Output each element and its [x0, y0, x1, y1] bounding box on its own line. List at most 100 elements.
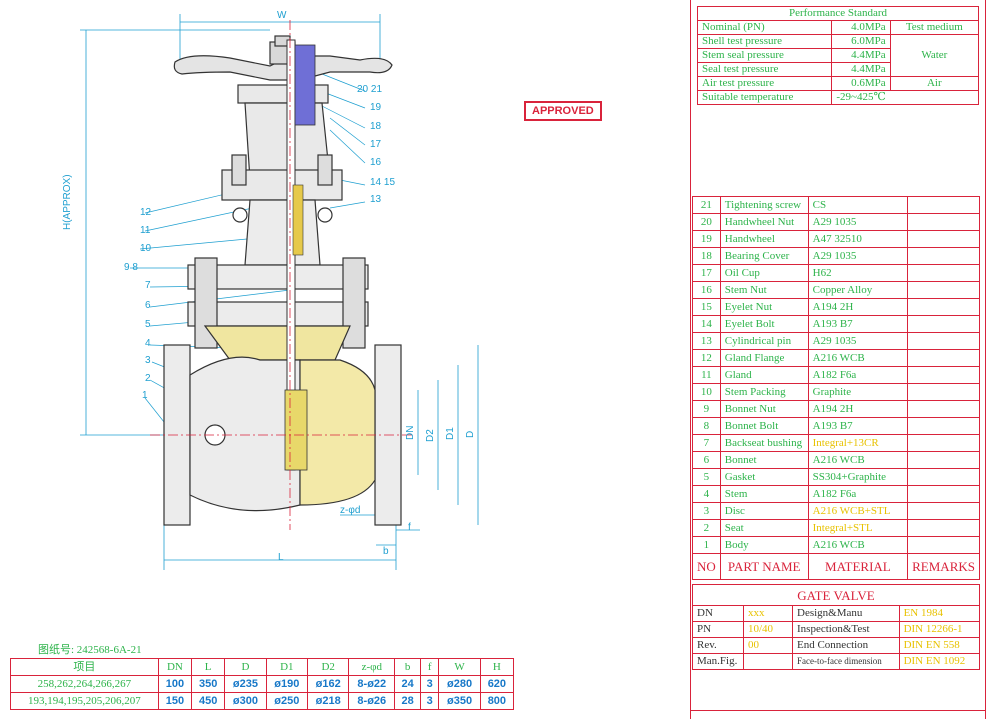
- parts-material: A182 F6a: [807, 366, 909, 384]
- parts-remarks: [907, 383, 980, 401]
- perf-value: 0.6MPa: [831, 76, 891, 91]
- parts-material: A29 1035: [807, 213, 909, 231]
- callout-16: 16: [370, 157, 382, 168]
- dims-header: L: [191, 658, 226, 676]
- dims-value: 620: [479, 675, 515, 693]
- dims-header: W: [438, 658, 481, 676]
- dims-value: ø350: [438, 692, 481, 710]
- perf-medium: Air: [889, 76, 980, 91]
- parts-no: 2: [692, 519, 721, 537]
- parts-row: 14 Eyelet Bolt A193 B7: [692, 315, 980, 333]
- parts-no: 1: [692, 536, 721, 554]
- title-key: PN: [692, 621, 744, 638]
- parts-name: Stem: [719, 485, 809, 503]
- parts-remarks: [907, 434, 980, 452]
- perf-label: Seal test pressure: [696, 62, 833, 77]
- parts-name: Stem Packing: [719, 383, 809, 401]
- dims-model: 258,262,264,266,267: [10, 675, 159, 693]
- dims-header: D2: [307, 658, 350, 676]
- parts-remarks: [907, 213, 980, 231]
- perf-value: 4.0MPa: [831, 20, 891, 35]
- dim-b-label: b: [383, 546, 389, 557]
- parts-no: 17: [692, 264, 721, 282]
- callout-5: 5: [145, 319, 151, 330]
- dims-value: 24: [394, 675, 422, 693]
- performance-table: Performance Standard Nominal (PN) 4.0MPa…: [696, 6, 980, 105]
- parts-material: H62: [807, 264, 909, 282]
- perf-value: -29~425℃: [831, 90, 979, 105]
- parts-row: 15 Eyelet Nut A194 2H: [692, 298, 980, 316]
- parts-material: A194 2H: [807, 400, 909, 418]
- parts-row: 9 Bonnet Nut A194 2H: [692, 400, 980, 418]
- dims-value: 350: [191, 675, 226, 693]
- dims-value: 28: [394, 692, 422, 710]
- parts-row: 17 Oil Cup H62: [692, 264, 980, 282]
- callout-17: 17: [370, 139, 382, 150]
- title-value: 10/40: [743, 621, 793, 638]
- dims-value: ø162: [307, 675, 350, 693]
- parts-name: Disc: [719, 502, 809, 520]
- parts-name: Stem Nut: [719, 281, 809, 299]
- performance-title: Performance Standard: [697, 6, 979, 21]
- parts-material: A29 1035: [807, 332, 909, 350]
- parts-material: A193 B7: [807, 315, 909, 333]
- parts-name: Bonnet Nut: [719, 400, 809, 418]
- parts-row: 16 Stem Nut Copper Alloy: [692, 281, 980, 299]
- parts-name: Gland: [719, 366, 809, 384]
- parts-remarks: [907, 417, 980, 435]
- parts-no: 19: [692, 230, 721, 248]
- dims-value: 8-ø26: [348, 692, 396, 710]
- perf-value: 4.4MPa: [831, 48, 891, 63]
- title-key2: Inspection&Test: [792, 621, 900, 638]
- title-value2: DIN 12266-1: [898, 621, 981, 638]
- dims-value: ø280: [438, 675, 481, 693]
- parts-name: Bonnet: [719, 451, 809, 469]
- parts-material: SS304+Graphite: [807, 468, 909, 486]
- title-value: [743, 653, 793, 670]
- parts-name: Seat: [719, 519, 809, 537]
- callout-2: 2: [145, 373, 151, 384]
- parts-no: 4: [692, 485, 721, 503]
- parts-row: 1 Body A216 WCB: [692, 536, 980, 554]
- title-key2: Face-to-face dimension: [792, 653, 900, 670]
- dims-value: ø190: [265, 675, 309, 693]
- parts-remarks: [907, 366, 980, 384]
- perf-medium: Test medium: [889, 20, 980, 35]
- parts-remarks: [907, 519, 980, 537]
- parts-remarks: [907, 451, 980, 469]
- parts-no: 20: [692, 213, 721, 231]
- parts-row: 3 Disc A216 WCB+STL: [692, 502, 980, 520]
- dim-dn-label: DN: [405, 425, 416, 440]
- parts-header-material: MATERIAL: [807, 553, 909, 580]
- title-key: DN: [692, 605, 744, 622]
- dims-header: z-φd: [348, 658, 396, 676]
- parts-remarks: [907, 281, 980, 299]
- callout-9-8: 9 8: [124, 262, 138, 273]
- parts-table: 21 Tightening screw CS 20 Handwheel Nut A29 1…: [692, 196, 980, 580]
- frame-divider: [690, 0, 691, 719]
- perf-label: Suitable temperature: [696, 90, 833, 105]
- parts-remarks: [907, 247, 980, 265]
- parts-row: 11 Gland A182 F6a: [692, 366, 980, 384]
- parts-name: Gland Flange: [719, 349, 809, 367]
- callout-18: 18: [370, 121, 382, 132]
- parts-header-name: PART NAME: [719, 553, 809, 580]
- dims-header: DN: [157, 658, 193, 676]
- parts-name: Backseat bushing: [719, 434, 809, 452]
- title-key: Rev.: [692, 637, 744, 654]
- parts-remarks: [907, 349, 980, 367]
- parts-remarks: [907, 315, 980, 333]
- parts-material: A216 WCB: [807, 349, 909, 367]
- parts-remarks: [907, 536, 980, 554]
- parts-material: A194 2H: [807, 298, 909, 316]
- parts-name: Handwheel: [719, 230, 809, 248]
- dims-value: 450: [191, 692, 226, 710]
- frame-right: [985, 0, 986, 719]
- valve-drawing: [80, 14, 479, 570]
- dim-f-label: f: [408, 522, 411, 533]
- parts-row: 6 Bonnet A216 WCB: [692, 451, 980, 469]
- dims-header: b: [394, 658, 422, 676]
- parts-remarks: [907, 332, 980, 350]
- callout-12: 12: [140, 207, 152, 218]
- dims-value: ø250: [265, 692, 309, 710]
